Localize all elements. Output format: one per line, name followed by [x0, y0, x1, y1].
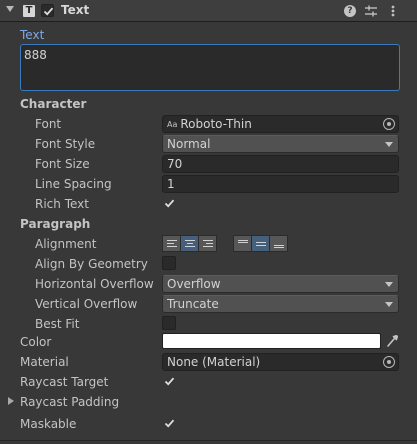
character-section-header: Character: [20, 97, 87, 111]
rich-text-checkbox[interactable]: [162, 196, 176, 210]
raycast-padding-foldout[interactable]: Raycast Padding: [20, 395, 119, 409]
chevron-down-icon: [385, 142, 393, 147]
component-header[interactable]: T Text ?: [0, 0, 417, 22]
align-by-geometry-checkbox[interactable]: [162, 256, 176, 270]
presets-icon[interactable]: [364, 4, 378, 18]
align-center-button[interactable]: [180, 235, 199, 252]
font-value: Roboto-Thin: [180, 117, 252, 131]
font-label: Font: [35, 117, 62, 131]
best-fit-checkbox[interactable]: [162, 316, 176, 330]
alignment-label: Alignment: [35, 237, 97, 251]
help-icon[interactable]: ?: [344, 5, 356, 17]
align-upper-button[interactable]: [233, 235, 252, 252]
checkmark-icon: [43, 7, 54, 16]
maskable-checkbox[interactable]: [162, 416, 176, 430]
font-style-dropdown[interactable]: Normal: [162, 135, 399, 153]
divider: [0, 440, 417, 441]
maskable-label: Maskable: [20, 417, 77, 431]
color-label: Color: [20, 335, 52, 349]
vertical-alignment-group: [233, 235, 288, 252]
vertical-overflow-dropdown[interactable]: Truncate: [162, 295, 399, 313]
foldout-arrow-icon[interactable]: [8, 397, 14, 405]
font-size-label: Font Size: [35, 157, 90, 171]
color-swatch-field[interactable]: [162, 333, 381, 349]
material-object-field[interactable]: None (Material): [162, 353, 399, 371]
font-style-value: Normal: [167, 137, 211, 151]
text-label: Text: [20, 28, 45, 42]
font-object-field[interactable]: Aa Roboto-Thin: [162, 115, 399, 133]
align-by-geometry-label: Align By Geometry: [35, 257, 148, 271]
font-style-label: Font Style: [35, 137, 96, 151]
context-menu-icon[interactable]: [386, 4, 400, 18]
horizontal-overflow-label: Horizontal Overflow: [35, 277, 154, 291]
font-size-input[interactable]: 70: [162, 155, 399, 173]
align-right-button[interactable]: [198, 235, 217, 252]
checkmark-icon: [164, 377, 175, 386]
eyedropper-icon[interactable]: [385, 333, 399, 349]
align-middle-button[interactable]: [251, 235, 270, 252]
material-value: None (Material): [167, 355, 261, 369]
horizontal-overflow-value: Overflow: [167, 277, 221, 291]
text-input[interactable]: 888: [20, 44, 400, 91]
checkmark-icon: [164, 419, 175, 428]
fold-arrow-icon[interactable]: [6, 6, 14, 12]
text-component-icon: T: [23, 5, 35, 17]
raycast-target-checkbox[interactable]: [162, 374, 176, 388]
rich-text-label: Rich Text: [35, 197, 89, 211]
object-picker-icon[interactable]: [383, 356, 395, 368]
object-picker-icon[interactable]: [383, 118, 395, 130]
checkmark-icon: [164, 199, 175, 208]
align-left-button[interactable]: [162, 235, 181, 252]
raycast-target-label: Raycast Target: [20, 375, 109, 389]
component-title: Text: [61, 3, 90, 17]
material-label: Material: [20, 355, 69, 369]
paragraph-section-header: Paragraph: [20, 217, 91, 231]
vertical-overflow-label: Vertical Overflow: [35, 297, 138, 311]
horizontal-overflow-dropdown[interactable]: Overflow: [162, 275, 399, 293]
chevron-down-icon: [385, 282, 393, 287]
align-lower-button[interactable]: [269, 235, 288, 252]
component-enabled-checkbox[interactable]: [41, 4, 54, 17]
horizontal-alignment-group: [162, 235, 217, 252]
vertical-overflow-value: Truncate: [167, 297, 219, 311]
line-spacing-input[interactable]: 1: [162, 175, 399, 193]
chevron-down-icon: [385, 302, 393, 307]
line-spacing-label: Line Spacing: [35, 177, 112, 191]
font-asset-icon: Aa: [167, 120, 178, 129]
best-fit-label: Best Fit: [35, 317, 80, 331]
